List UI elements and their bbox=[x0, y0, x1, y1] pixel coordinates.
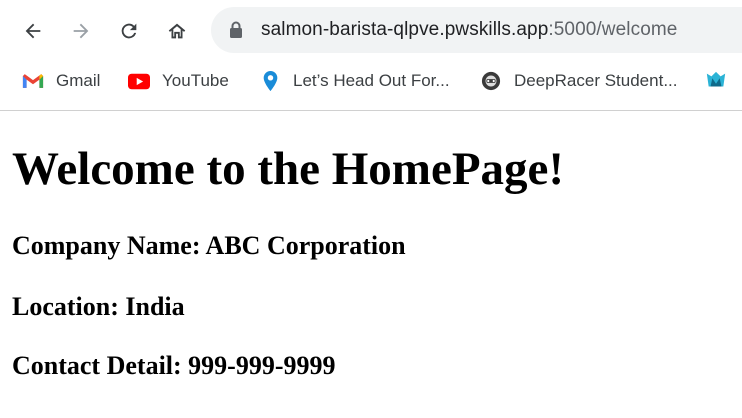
bookmark-gmail[interactable]: Gmail bbox=[22, 69, 100, 93]
bookmark-deepracer[interactable]: DeepRacer Student... bbox=[480, 69, 677, 93]
home-button[interactable] bbox=[159, 13, 195, 49]
lock-icon bbox=[230, 21, 242, 38]
bookmark-label: YouTube bbox=[162, 71, 229, 90]
location-text: Location: India bbox=[12, 292, 185, 321]
address-bar[interactable]: salmon-barista-qlpve.pwskills.app:5000/w… bbox=[211, 7, 742, 53]
location-pin-icon bbox=[259, 70, 281, 92]
gmail-icon bbox=[22, 70, 44, 92]
bookmark-label: Let’s Head Out For... bbox=[293, 71, 450, 90]
browser-toolbar: salmon-barista-qlpve.pwskills.app:5000/w… bbox=[0, 0, 742, 62]
page-content: Welcome to the HomePage! Company Name: A… bbox=[0, 111, 742, 418]
bookmark-extra[interactable] bbox=[705, 69, 739, 93]
bookmark-label: DeepRacer Student... bbox=[514, 71, 678, 90]
youtube-icon bbox=[128, 70, 150, 92]
url-host: salmon-barista-qlpve.pwskills.app bbox=[261, 19, 549, 40]
page-heading: Welcome to the HomePage! bbox=[12, 143, 565, 195]
arrow-left-icon bbox=[25, 23, 41, 39]
back-button[interactable] bbox=[15, 13, 51, 49]
bookmark-lets-head-out[interactable]: Let’s Head Out For... bbox=[259, 69, 450, 93]
arrow-right-icon bbox=[73, 23, 89, 39]
url-path: :5000/welcome bbox=[548, 19, 678, 40]
bookmark-label: Gmail bbox=[56, 71, 101, 90]
bookmark-youtube[interactable]: YouTube bbox=[128, 69, 229, 93]
home-icon bbox=[168, 23, 186, 39]
company-name-text: Company Name: ABC Corporation bbox=[12, 231, 406, 260]
deepracer-icon bbox=[480, 70, 502, 92]
browser-chrome: salmon-barista-qlpve.pwskills.app:5000/w… bbox=[0, 0, 742, 111]
reload-button[interactable] bbox=[111, 13, 147, 49]
extra-bookmark-icon bbox=[705, 70, 727, 92]
reload-icon bbox=[121, 23, 137, 39]
forward-button[interactable] bbox=[63, 13, 99, 49]
url-text[interactable]: salmon-barista-qlpve.pwskills.app:5000/w… bbox=[261, 19, 677, 41]
contact-detail-text: Contact Detail: 999-999-9999 bbox=[12, 351, 336, 380]
bookmarks-bar: Gmail YouTube Let’s Head Out For... Deep… bbox=[0, 62, 742, 100]
